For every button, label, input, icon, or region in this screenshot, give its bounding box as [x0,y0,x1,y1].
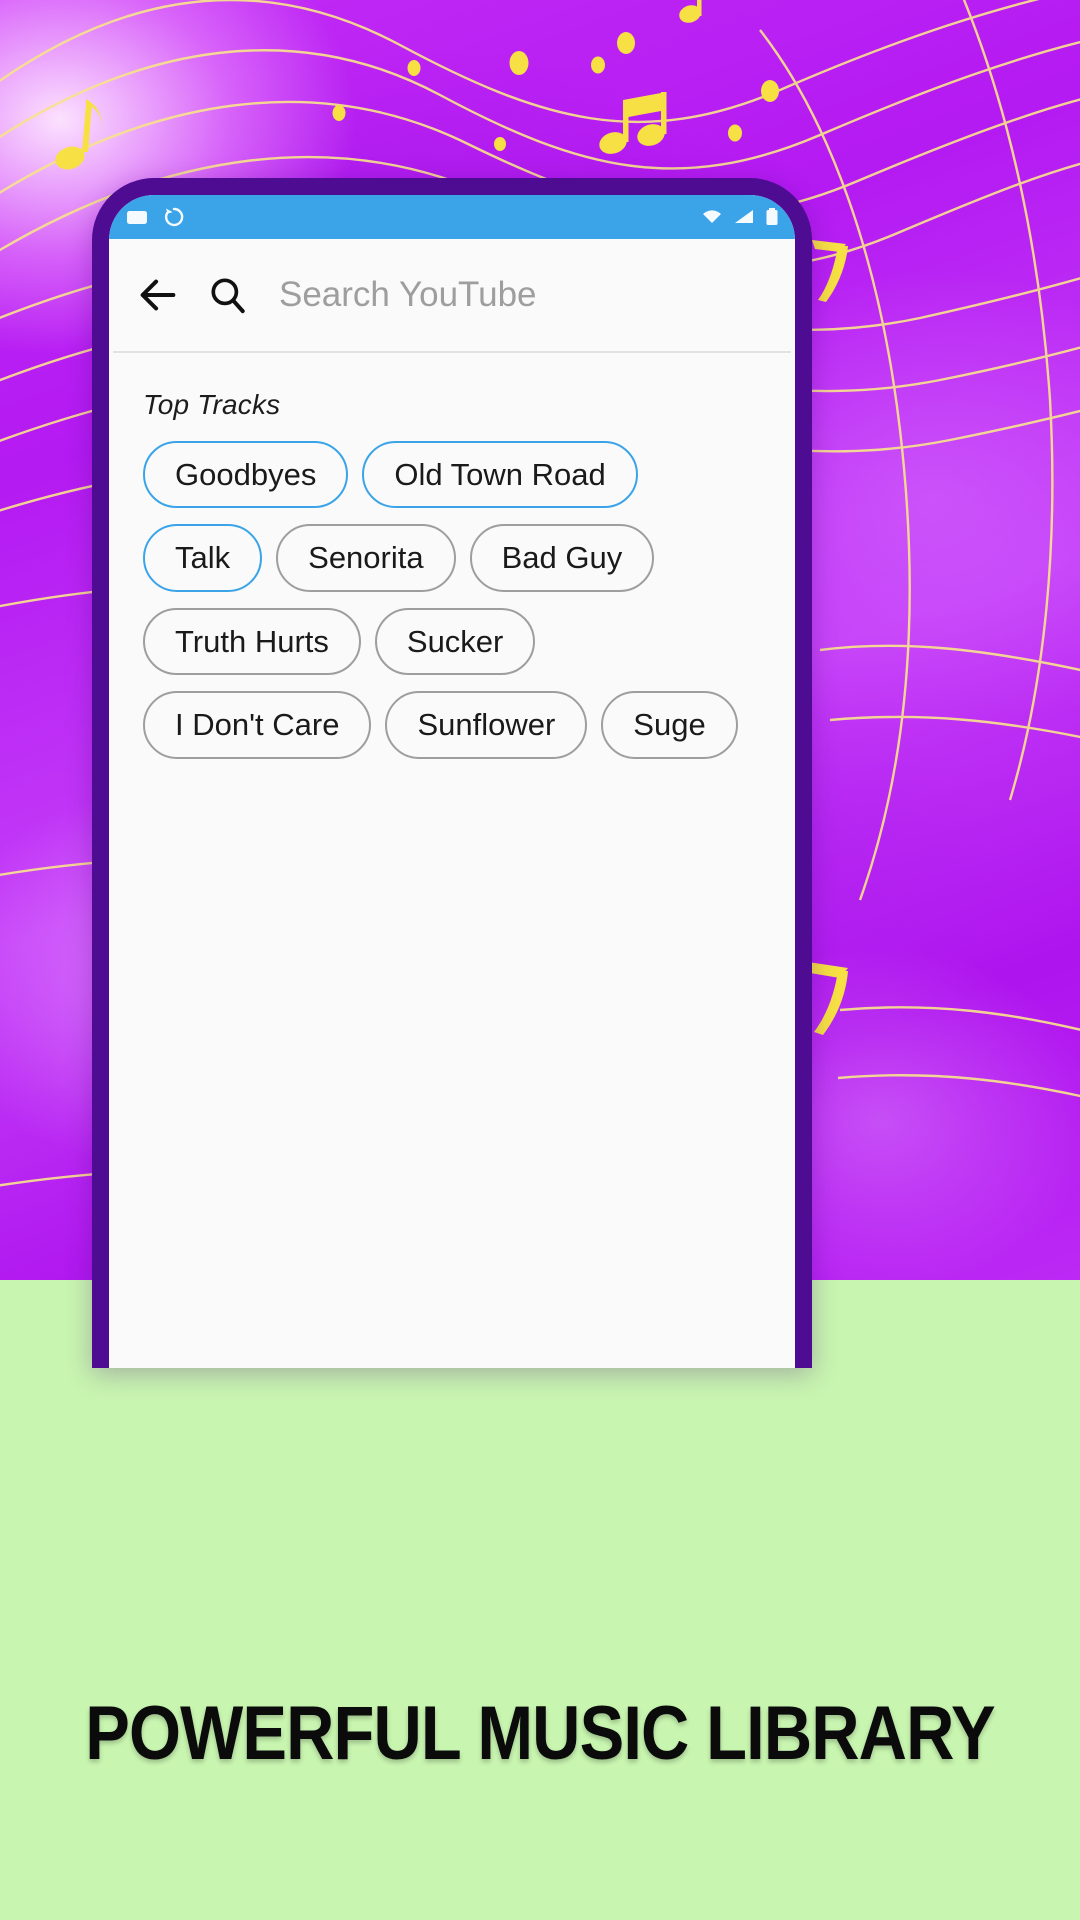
track-chip[interactable]: Truth Hurts [143,607,361,676]
section-label-top-tracks: Top Tracks [143,389,281,420]
back-arrow-icon[interactable] [135,272,181,318]
wifi-icon [703,210,721,223]
phone-mockup: Top Tracks GoodbyesOld Town Road TalkSeno… [92,178,812,1368]
headline: POWERFUL MUSIC LIBRARY [85,1691,995,1776]
promo-graphic: Top Tracks GoodbyesOld Town Road TalkSeno… [0,0,1080,1920]
track-chip[interactable]: Talk [143,524,263,592]
track-chip[interactable]: Suge [601,691,738,759]
battery-icon [766,208,778,225]
search-icon[interactable] [207,274,249,316]
track-chip[interactable]: Old Town Road [362,441,638,509]
status-bar-left-icons [125,206,691,228]
status-bar-right-icons [701,207,779,227]
top-tracks-chip-list: Goodbyes Old Town Road Talk Senorita Bad Guy… [143,441,763,759]
track-chip[interactable]: I Don't Care [143,691,372,759]
signal-icon [735,210,753,223]
status-bar [109,195,795,239]
green-bottom-band [0,1280,1080,1920]
screenshot-icon [127,211,147,224]
search-suggestions-panel: Top Tracks Goodbyes Old Town Road Talk Seno… [109,353,795,1368]
sync-icon [164,207,184,227]
track-chip[interactable]: Senorita [276,524,456,592]
track-chip[interactable]: Bad Guy [469,524,655,592]
track-chip[interactable]: Goodbyes [143,441,349,509]
app-bar [109,239,795,351]
track-chip[interactable]: Sucker [374,607,536,676]
track-chip[interactable]: Sunflower [385,691,588,759]
search-input[interactable] [275,275,791,315]
